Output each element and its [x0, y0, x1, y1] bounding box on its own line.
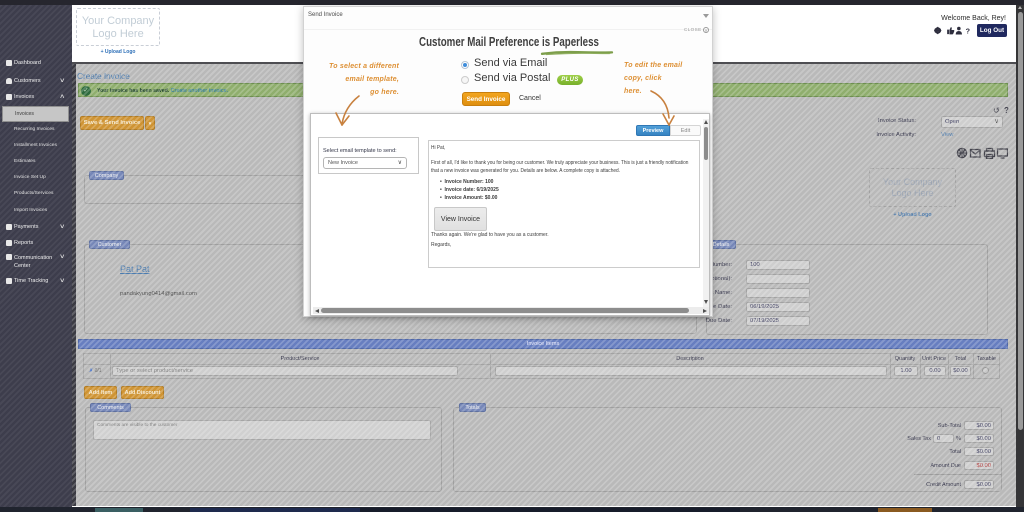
- svg-text:?: ?: [966, 27, 970, 35]
